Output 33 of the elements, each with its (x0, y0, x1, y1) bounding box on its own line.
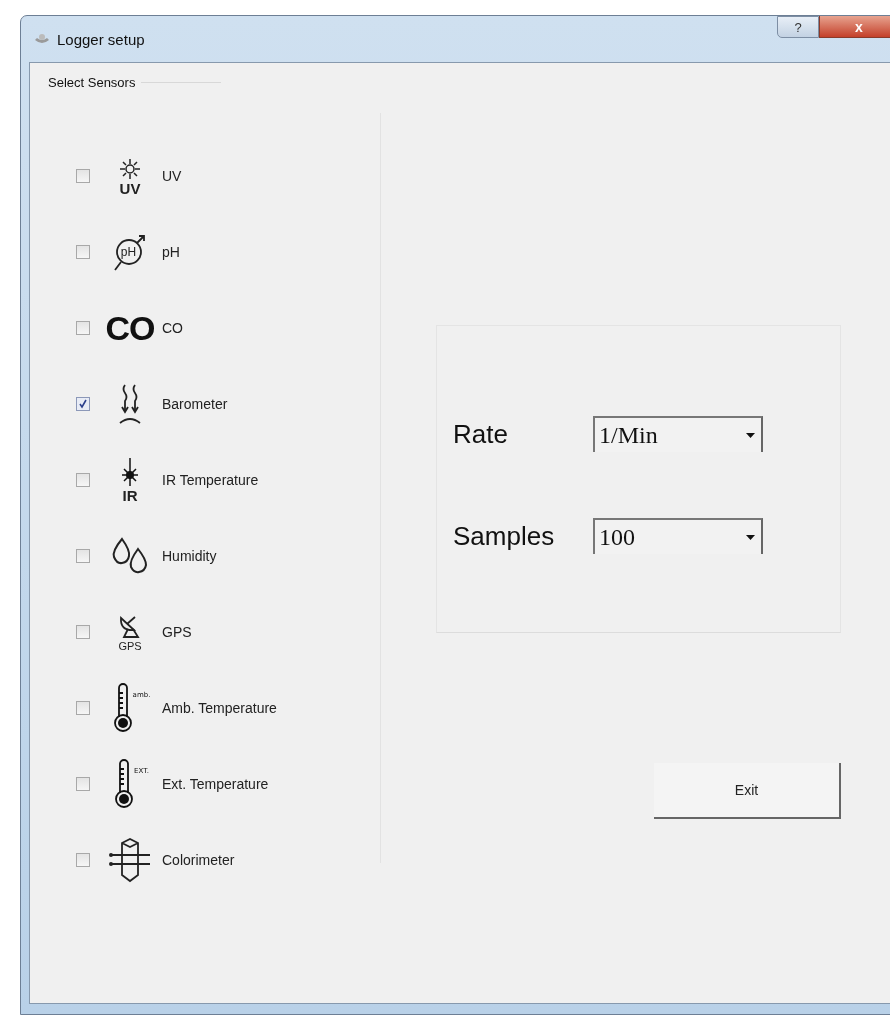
window-title: Logger setup (57, 30, 145, 48)
checkbox[interactable] (76, 321, 90, 335)
checkbox[interactable] (76, 245, 90, 259)
close-button[interactable]: x (819, 16, 890, 38)
sensor-label: IR Temperature (162, 472, 259, 488)
checkbox[interactable] (76, 473, 90, 487)
sensor-label: Amb. Temperature (162, 700, 277, 716)
group-title: Select Sensors (48, 75, 136, 90)
sensor-label: pH (162, 244, 180, 260)
app-icon (33, 32, 51, 46)
dropdown[interactable]: 1/Min (593, 416, 763, 452)
help-button[interactable]: ? (777, 16, 819, 38)
checkbox[interactable] (76, 625, 90, 639)
exit-button[interactable]: Exit (654, 763, 841, 819)
sensor-label: UV (162, 168, 182, 184)
checkbox[interactable] (76, 549, 90, 563)
sensor-label: CO (162, 320, 183, 336)
co-icon: CO (105, 308, 155, 348)
checkbox[interactable] (76, 853, 90, 867)
sensor-label: Colorimeter (162, 852, 235, 868)
setting-label: Samples (453, 520, 556, 552)
sensor-label: Humidity (162, 548, 217, 564)
dropdown-arrow-icon (746, 432, 755, 438)
checkbox[interactable] (76, 777, 90, 791)
sensor-label: Ext. Temperature (162, 776, 269, 792)
checkbox[interactable] (76, 701, 90, 715)
checkbox[interactable] (76, 169, 90, 183)
dropdown[interactable]: 100 (593, 518, 763, 554)
checkbox[interactable] (76, 397, 90, 411)
sensor-label: GPS (162, 624, 192, 640)
setting-label: Rate (453, 418, 509, 450)
sensor-label: Barometer (162, 396, 228, 412)
dropdown-arrow-icon (746, 534, 755, 540)
